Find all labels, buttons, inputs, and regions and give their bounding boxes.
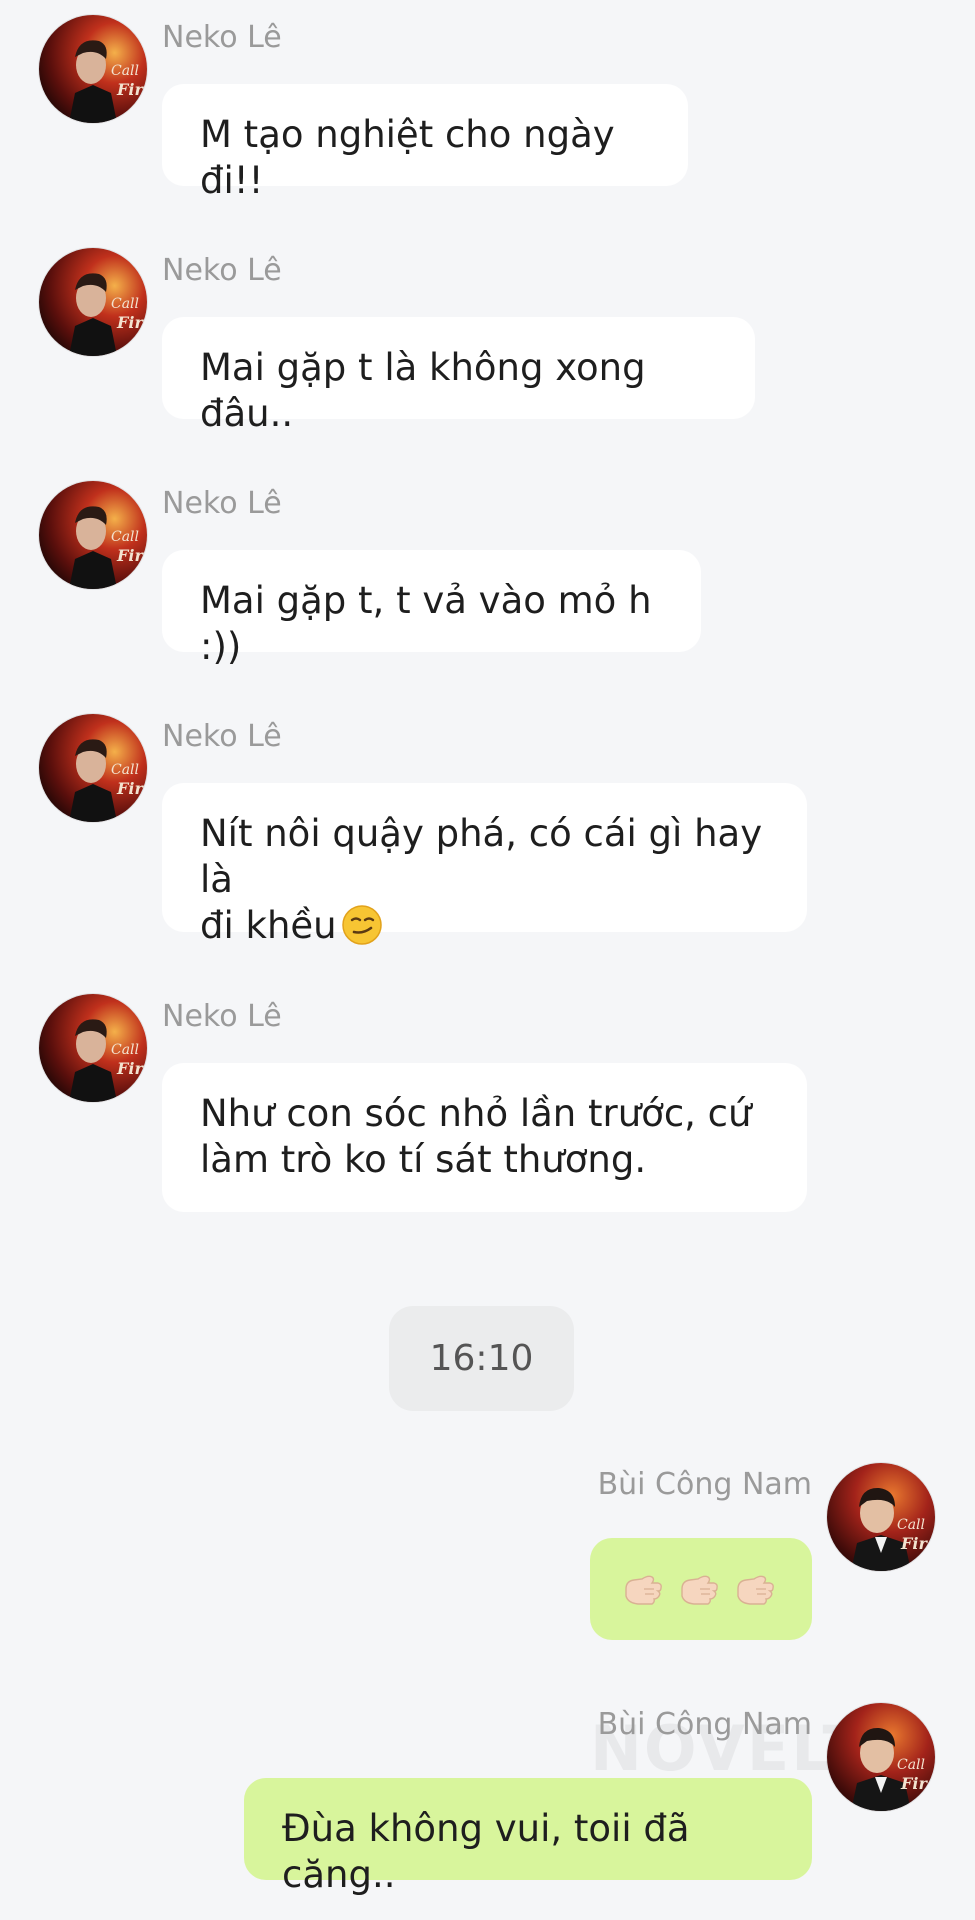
smirk-emoji-icon — [341, 905, 382, 945]
svg-text:Fire: Fire — [116, 546, 147, 565]
svg-text:Fire: Fire — [900, 1774, 935, 1793]
message-bubble[interactable]: Mai gặp t, t vả vào mỏ h :)) — [162, 550, 701, 668]
svg-text:Fire: Fire — [116, 779, 147, 798]
avatar[interactable]: CallFire — [39, 994, 147, 1102]
thumbs-icon — [737, 1575, 774, 1605]
avatar[interactable]: CallFire — [827, 1463, 935, 1571]
message-text: Mai gặp t là không xong đâu.. — [200, 346, 646, 435]
sender-name: Neko Lê — [162, 486, 282, 521]
avatar[interactable]: CallFire — [39, 15, 147, 123]
svg-text:Fire: Fire — [116, 80, 147, 99]
svg-text:Call: Call — [111, 296, 139, 312]
svg-text:Call: Call — [111, 63, 139, 79]
svg-text:Call: Call — [897, 1517, 925, 1533]
thumbs-icon — [625, 1575, 662, 1605]
message-text: Như con sóc nhỏ lần trước, cứ làm trò ko… — [200, 1092, 752, 1181]
thumbs-icon — [681, 1575, 718, 1605]
avatar[interactable]: CallFire — [39, 481, 147, 589]
message-text: M tạo nghiệt cho ngày đi!! — [200, 113, 615, 202]
avatar[interactable]: CallFire — [39, 714, 147, 822]
sender-name: Neko Lê — [162, 719, 282, 754]
message-text: Đùa không vui, toii đã căng.. — [282, 1807, 690, 1896]
sender-name: Bùi Công Nam — [597, 1707, 812, 1742]
message-text: Mai gặp t, t vả vào mỏ h :)) — [200, 579, 652, 668]
time-separator: 16:10 — [389, 1306, 574, 1411]
svg-text:Fire: Fire — [900, 1534, 935, 1553]
thumbs-emoji-row — [620, 1566, 782, 1612]
sender-name: Bùi Công Nam — [597, 1467, 812, 1502]
svg-text:Call: Call — [111, 762, 139, 778]
svg-text:Call: Call — [111, 1042, 139, 1058]
svg-text:Fire: Fire — [116, 1059, 147, 1078]
message-text: Nít nôi quậy phá, có cái gì hay là đi kh… — [200, 812, 763, 947]
svg-text:Call: Call — [897, 1757, 925, 1773]
sender-name: Neko Lê — [162, 253, 282, 288]
svg-text:Fire: Fire — [116, 313, 147, 332]
message-bubble[interactable] — [590, 1538, 812, 1640]
message-bubble[interactable]: M tạo nghiệt cho ngày đi!! — [162, 84, 688, 202]
message-bubble[interactable]: Mai gặp t là không xong đâu.. — [162, 317, 755, 435]
svg-text:Call: Call — [111, 529, 139, 545]
sender-name: Neko Lê — [162, 20, 282, 55]
avatar[interactable]: CallFire — [827, 1703, 935, 1811]
message-bubble[interactable]: Nít nôi quậy phá, có cái gì hay là đi kh… — [162, 783, 807, 947]
sender-name: Neko Lê — [162, 999, 282, 1034]
avatar[interactable]: CallFire — [39, 248, 147, 356]
message-bubble[interactable]: Như con sóc nhỏ lần trước, cứ làm trò ko… — [162, 1063, 807, 1212]
message-bubble[interactable]: Đùa không vui, toii đã căng.. — [244, 1778, 812, 1896]
